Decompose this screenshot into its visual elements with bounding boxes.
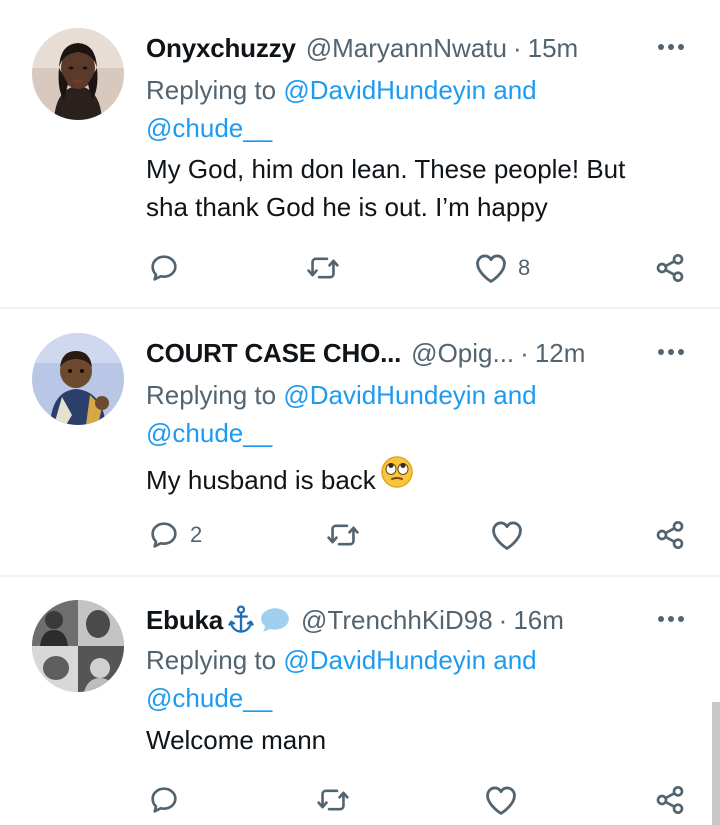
tweet-text-line: My God, him don lean. These people! But	[146, 154, 626, 184]
replying-label: Replying to	[146, 75, 277, 105]
share-button[interactable]	[654, 517, 686, 553]
heart-icon	[486, 786, 516, 815]
heart-icon	[492, 521, 522, 550]
share-icon	[656, 786, 684, 814]
mention-link[interactable]: @chude__	[146, 418, 272, 448]
and-label[interactable]: and	[493, 75, 536, 105]
like-button[interactable]: 8	[474, 250, 530, 286]
and-label[interactable]: and	[493, 645, 536, 675]
tweet[interactable]: Ebuka @TrenchhKiD98 · 16m Replying to @D…	[0, 572, 720, 825]
tweet-text-line: Welcome mann	[146, 725, 327, 755]
mention-link[interactable]: @chude__	[146, 113, 272, 143]
replying-to: Replying to @DavidHundeyin and @chude__	[146, 71, 666, 147]
user-handle[interactable]: @Opig...	[411, 338, 514, 369]
retweet-icon	[327, 524, 359, 546]
replying-to: Replying to @DavidHundeyin and @chude__	[146, 376, 666, 452]
reply-icon	[151, 522, 177, 548]
replying-label: Replying to	[146, 380, 277, 410]
avatar-photo	[32, 28, 124, 120]
avatar[interactable]	[32, 600, 124, 692]
display-name[interactable]: Ebuka	[146, 605, 223, 636]
share-icon	[656, 521, 684, 549]
separator-dot: ·	[520, 337, 529, 368]
tweet-header: Onyxchuzzy @MaryannNwatu · 15m	[146, 28, 680, 68]
replying-label: Replying to	[146, 645, 277, 675]
more-options-icon[interactable]	[656, 604, 686, 634]
tweet-text: My God, him don lean. These people! But …	[146, 150, 686, 226]
share-button[interactable]	[654, 782, 686, 818]
like-button[interactable]	[490, 517, 524, 553]
separator-dot: ·	[512, 32, 522, 63]
reply-feed: Onyxchuzzy @MaryannNwatu · 15m Replying …	[0, 0, 720, 825]
tweet-header: Ebuka @TrenchhKiD98 · 16m	[146, 600, 680, 640]
tweet-text: My husband is back	[146, 455, 686, 499]
speech-bubble-icon	[259, 606, 291, 634]
user-handle[interactable]: @MaryannNwatu	[306, 33, 507, 64]
avatar-photo	[32, 333, 124, 425]
user-handle[interactable]: @TrenchhKiD98	[301, 605, 493, 636]
retweet-icon	[307, 257, 339, 279]
tweet[interactable]: Onyxchuzzy @MaryannNwatu · 15m Replying …	[0, 0, 720, 300]
display-name[interactable]: Onyxchuzzy	[146, 33, 296, 64]
share-icon	[656, 253, 684, 282]
share-button[interactable]	[654, 250, 686, 286]
avatar[interactable]	[32, 333, 124, 425]
tweet-header: COURT CASE CHO... @Opig... · 12m	[146, 333, 680, 373]
like-count: 8	[518, 255, 531, 280]
tweet-text-line: sha thank God he is out. I’m happy	[146, 192, 548, 222]
tweet-text: Welcome mann	[146, 721, 686, 759]
like-button[interactable]	[484, 782, 518, 818]
reply-button[interactable]: 2	[148, 517, 202, 553]
display-name[interactable]: COURT CASE CHO...	[146, 338, 401, 369]
tweet-text-line: My husband is back	[146, 465, 376, 495]
reply-button[interactable]	[148, 250, 180, 286]
more-options-icon[interactable]	[656, 337, 686, 367]
timestamp[interactable]: 16m	[513, 605, 564, 636]
retweet-button[interactable]	[316, 782, 350, 818]
reply-button[interactable]	[148, 782, 180, 818]
separator-dot: ·	[498, 604, 508, 635]
replying-to: Replying to @DavidHundeyin and @chude__	[146, 641, 666, 717]
reply-icon	[151, 255, 177, 281]
scrollbar-thumb[interactable]	[712, 702, 720, 825]
reply-icon	[151, 787, 177, 813]
retweet-button[interactable]	[306, 250, 340, 286]
reply-count: 2	[190, 522, 203, 547]
timestamp[interactable]: 15m	[528, 33, 579, 64]
timestamp[interactable]: 12m	[535, 338, 586, 369]
heart-icon	[476, 254, 506, 283]
anchor-icon	[227, 605, 255, 635]
mention-link[interactable]: @chude__	[146, 683, 272, 713]
retweet-button[interactable]	[326, 517, 360, 553]
more-options-icon[interactable]	[656, 32, 686, 62]
avatar[interactable]	[32, 28, 124, 120]
tweet[interactable]: COURT CASE CHO... @Opig... · 12m Replyin…	[0, 305, 720, 575]
rolling-eyes-emoji	[380, 455, 414, 489]
mention-link[interactable]: @DavidHundeyin	[283, 75, 486, 105]
mention-link[interactable]: @DavidHundeyin	[283, 645, 486, 675]
and-label[interactable]: and	[493, 380, 536, 410]
retweet-icon	[317, 789, 349, 811]
mention-link[interactable]: @DavidHundeyin	[283, 380, 486, 410]
avatar-photo	[32, 600, 124, 692]
